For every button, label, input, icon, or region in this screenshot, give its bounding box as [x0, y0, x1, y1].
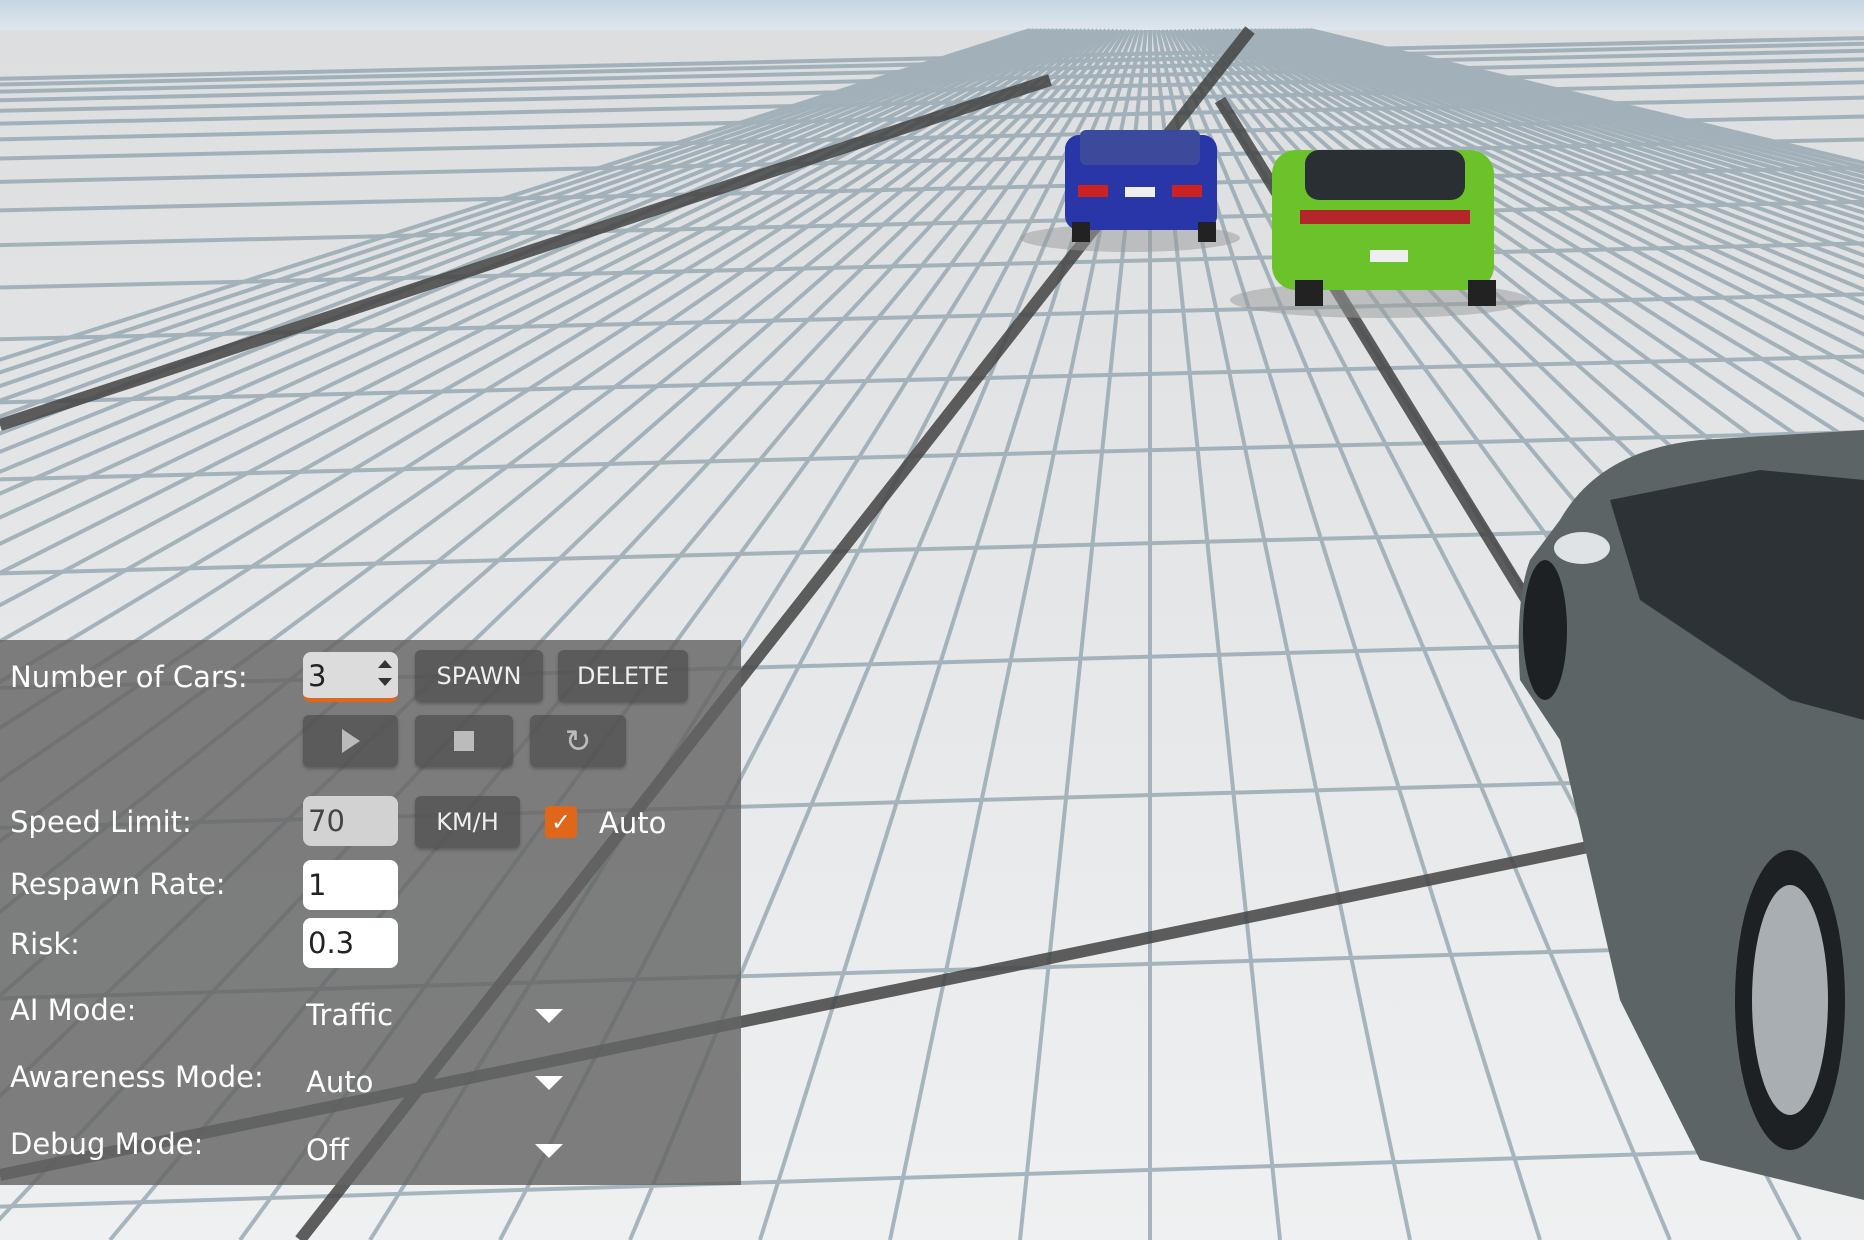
- stop-icon: [454, 731, 474, 751]
- delete-button[interactable]: DELETE: [558, 650, 688, 702]
- number-of-cars-stepper[interactable]: 3: [303, 652, 398, 702]
- chevron-down-icon: [535, 1076, 563, 1090]
- checkmark-icon: ✓: [550, 808, 572, 836]
- chevron-down-icon: [535, 1144, 563, 1158]
- awareness-mode-label: Awareness Mode:: [10, 1060, 264, 1094]
- stop-button[interactable]: [415, 715, 513, 767]
- speed-limit-input[interactable]: 70: [303, 796, 398, 846]
- auto-speed-label: Auto: [599, 806, 667, 840]
- risk-label: Risk:: [10, 927, 80, 961]
- respawn-rate-label: Respawn Rate:: [10, 867, 226, 901]
- debug-mode-dropdown[interactable]: Off: [300, 1120, 570, 1175]
- ai-mode-label: AI Mode:: [10, 993, 137, 1027]
- stepper-down-icon[interactable]: [378, 678, 392, 686]
- auto-speed-checkbox[interactable]: ✓: [545, 806, 577, 838]
- chevron-down-icon: [535, 1009, 563, 1023]
- reset-button[interactable]: ↻: [530, 715, 626, 767]
- refresh-icon: ↻: [564, 722, 592, 760]
- traffic-control-panel: Number of Cars: 3 SPAWN DELETE ↻ Speed L…: [0, 640, 741, 1185]
- speed-unit-button[interactable]: KM/H: [415, 796, 520, 848]
- ai-mode-dropdown[interactable]: Traffic: [300, 985, 570, 1040]
- awareness-mode-value: Auto: [306, 1065, 374, 1099]
- speed-limit-label: Speed Limit:: [10, 805, 192, 839]
- awareness-mode-dropdown[interactable]: Auto: [300, 1052, 570, 1107]
- debug-mode-value: Off: [306, 1133, 349, 1167]
- number-of-cars-label: Number of Cars:: [10, 660, 248, 694]
- ai-mode-value: Traffic: [306, 998, 394, 1032]
- sky: [0, 0, 1864, 30]
- respawn-rate-input[interactable]: 1: [303, 860, 398, 910]
- play-icon: [341, 729, 360, 753]
- risk-input[interactable]: 0.3: [303, 918, 398, 968]
- play-button[interactable]: [303, 715, 398, 767]
- car-green: [1230, 150, 1530, 318]
- debug-mode-label: Debug Mode:: [10, 1127, 204, 1161]
- stepper-up-icon[interactable]: [378, 660, 392, 668]
- spawn-button[interactable]: SPAWN: [415, 650, 543, 702]
- number-of-cars-value: 3: [308, 659, 327, 693]
